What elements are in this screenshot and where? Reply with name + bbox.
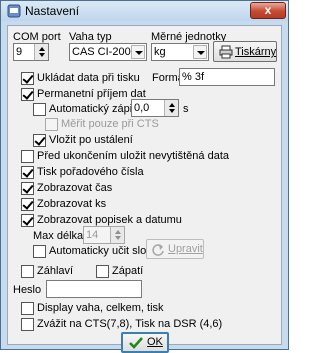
zapati-checkbox[interactable] xyxy=(96,265,109,278)
max-delka-value: 14 xyxy=(86,229,99,241)
automaticky-zapis-unit: s xyxy=(183,103,189,115)
close-icon: x xyxy=(264,3,272,17)
title-bar[interactable]: Nastavení x xyxy=(1,1,288,21)
pred-ukoncenim-checkbox[interactable] xyxy=(21,150,34,163)
ok-label: OK xyxy=(147,336,163,348)
close-button[interactable]: x xyxy=(250,2,286,19)
spin-arrows-icon[interactable] xyxy=(34,44,48,60)
zobrazovat-popisek-checkbox[interactable] xyxy=(21,214,34,227)
merne-jednotky-select[interactable]: kg xyxy=(151,43,209,61)
automaticky-zapis-checkbox[interactable] xyxy=(33,103,46,116)
vaha-typ-select[interactable]: CAS CI-2001 xyxy=(69,43,147,61)
upravit-label: Upravit xyxy=(168,243,203,255)
tisk-poradoveho-checkbox[interactable] xyxy=(21,166,34,179)
heslo-input[interactable] xyxy=(46,280,142,298)
chevron-down-icon[interactable] xyxy=(131,45,145,59)
pred-ukoncenim-label: Před ukončením uložit nevytištěná data xyxy=(37,150,230,162)
com-port-spinner[interactable]: 9 xyxy=(13,43,49,61)
ukladat-data-label: Ukládat data při tisku xyxy=(37,72,140,84)
permanentni-prijem-label: Permanetní příjem dat xyxy=(37,88,146,100)
ukladat-data-checkbox[interactable] xyxy=(21,72,34,85)
automaticky-zapis-value: 0,0 xyxy=(134,102,150,114)
zobrazovat-cas-label: Zobrazovat čas xyxy=(37,182,113,194)
zahlavi-label: Záhlaví xyxy=(37,265,74,277)
permanentni-prijem-checkbox[interactable] xyxy=(21,88,34,101)
window-title: Nastavení xyxy=(25,4,80,18)
printer-icon xyxy=(219,45,233,59)
upravit-button[interactable]: Upravit xyxy=(146,239,204,259)
checkmark-icon xyxy=(129,337,143,349)
com-port-value: 9 xyxy=(16,46,23,58)
max-delka-spinner[interactable]: 14 xyxy=(83,226,125,244)
format-input[interactable]: % 3f xyxy=(179,68,275,86)
automaticky-ucit-checkbox[interactable] xyxy=(33,245,46,258)
display-vaha-label: Display vaha, celkem, tisk xyxy=(37,302,164,314)
vlozit-po-ustaleni-label: Vložit po ustálení xyxy=(49,134,133,146)
tiskarny-button[interactable]: Tiskárny xyxy=(213,41,277,62)
zapati-label: Zápatí xyxy=(112,265,144,277)
settings-dialog: Nastavení x COM port 9 Vaha typ CAS CI-2… xyxy=(0,0,289,353)
format-value: % 3f xyxy=(182,71,205,83)
heslo-label: Heslo xyxy=(13,284,42,296)
refresh-icon xyxy=(152,244,164,256)
tisk-poradoveho-label: Tisk pořadového čísla xyxy=(37,166,144,178)
spin-arrows-icon[interactable] xyxy=(110,227,124,243)
com-port-label: COM port xyxy=(13,31,61,43)
merit-pouze-label: Měřit pouze při CTS xyxy=(61,118,159,130)
chevron-down-icon[interactable] xyxy=(193,45,207,59)
zobrazovat-popisek-label: Zobrazovat popisek a datumu xyxy=(37,214,182,226)
display-vaha-checkbox[interactable] xyxy=(21,302,34,315)
spin-arrows-icon[interactable] xyxy=(164,100,178,116)
zobrazovat-cas-checkbox[interactable] xyxy=(21,182,34,195)
zobrazovat-ks-label: Zobrazovat ks xyxy=(37,198,107,210)
automaticky-ucit-label: Automaticky učit slova xyxy=(49,245,158,257)
zahlavi-checkbox[interactable] xyxy=(21,265,34,278)
merne-jednotky-value: kg xyxy=(154,46,166,58)
merit-pouze-checkbox[interactable] xyxy=(45,118,58,131)
zvazit-na-cts-label: Zvážit na CTS(7,8), Tisk na DSR (4,6) xyxy=(37,318,223,330)
app-icon xyxy=(7,4,21,18)
vlozit-po-ustaleni-checkbox[interactable] xyxy=(33,134,46,147)
dialog-content: COM port 9 Vaha typ CAS CI-2001 Měrné je… xyxy=(7,25,282,353)
automaticky-zapis-spinner[interactable]: 0,0 xyxy=(131,99,179,117)
zobrazovat-ks-checkbox[interactable] xyxy=(21,198,34,211)
max-delka-label: Max délka xyxy=(33,230,84,242)
vaha-typ-label: Vaha typ xyxy=(69,31,112,43)
vaha-typ-value: CAS CI-2001 xyxy=(72,46,137,58)
zvazit-na-cts-checkbox[interactable] xyxy=(21,318,34,331)
tiskarny-label: Tiskárny xyxy=(235,46,277,58)
